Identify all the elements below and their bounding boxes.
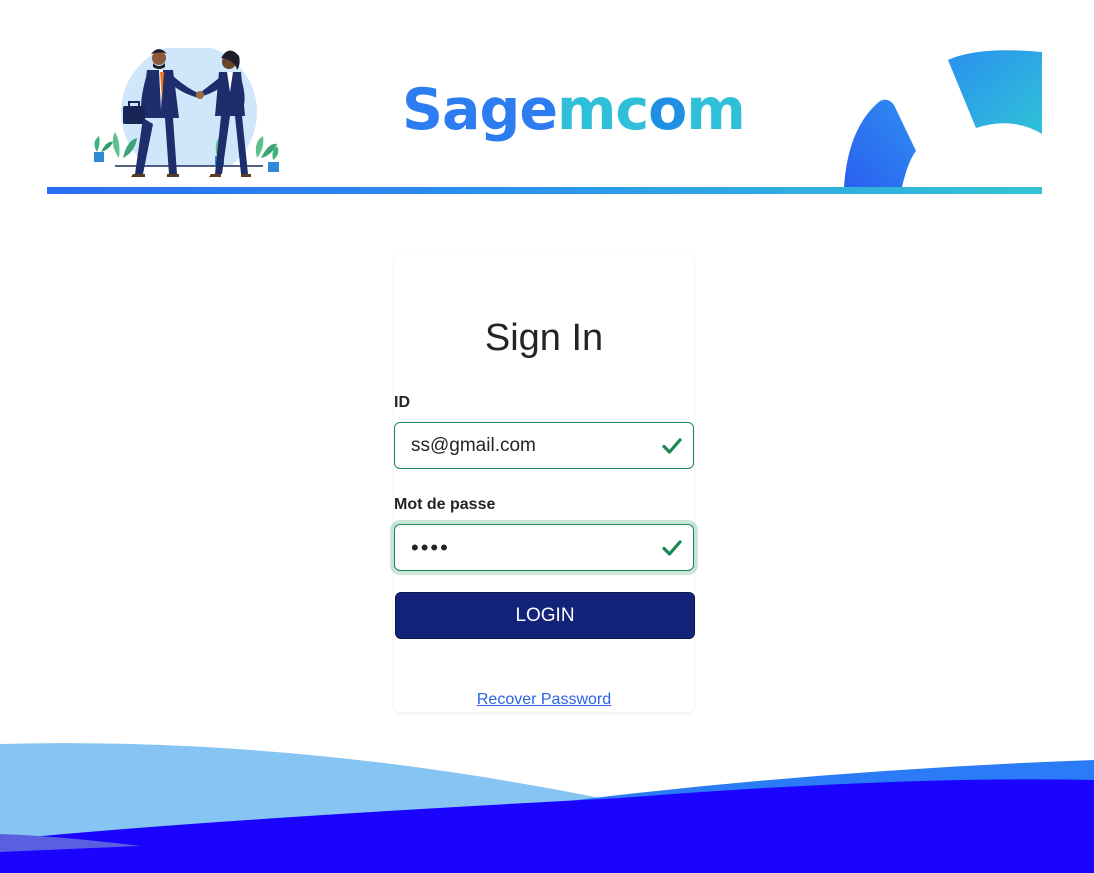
handshake-illustration-icon bbox=[87, 48, 292, 180]
login-page: Sagemcom Sign In ID ss@gmail.com Mot de … bbox=[0, 0, 1094, 873]
header-divider-bar bbox=[47, 187, 1042, 194]
brand-logo-part-c: o bbox=[648, 77, 687, 143]
page-title: Sign In bbox=[484, 317, 604, 359]
brand-logo-part-d: m bbox=[686, 77, 745, 143]
header-banner: Sagemcom bbox=[47, 40, 1042, 195]
decorative-shapes-icon bbox=[844, 50, 1042, 187]
id-field-wrapper bbox=[394, 422, 694, 469]
check-icon bbox=[662, 438, 682, 454]
password-field-wrapper bbox=[394, 524, 694, 571]
password-field[interactable] bbox=[395, 525, 661, 570]
id-label: ID bbox=[394, 394, 410, 411]
footer-waves-decoration bbox=[0, 743, 1094, 873]
brand-logo-part-a: Sage bbox=[402, 77, 558, 143]
id-field[interactable] bbox=[395, 423, 661, 468]
login-button[interactable]: LOGIN bbox=[395, 592, 695, 639]
brand-logo: Sagemcom bbox=[402, 82, 746, 139]
check-icon bbox=[662, 540, 682, 556]
brand-logo-part-b: mc bbox=[556, 77, 649, 143]
recover-password-link[interactable]: Recover Password bbox=[394, 691, 694, 709]
login-card: Sign In ID Mot de passe LOGIN Recover Pa… bbox=[394, 255, 695, 712]
password-label: Mot de passe bbox=[394, 496, 496, 513]
